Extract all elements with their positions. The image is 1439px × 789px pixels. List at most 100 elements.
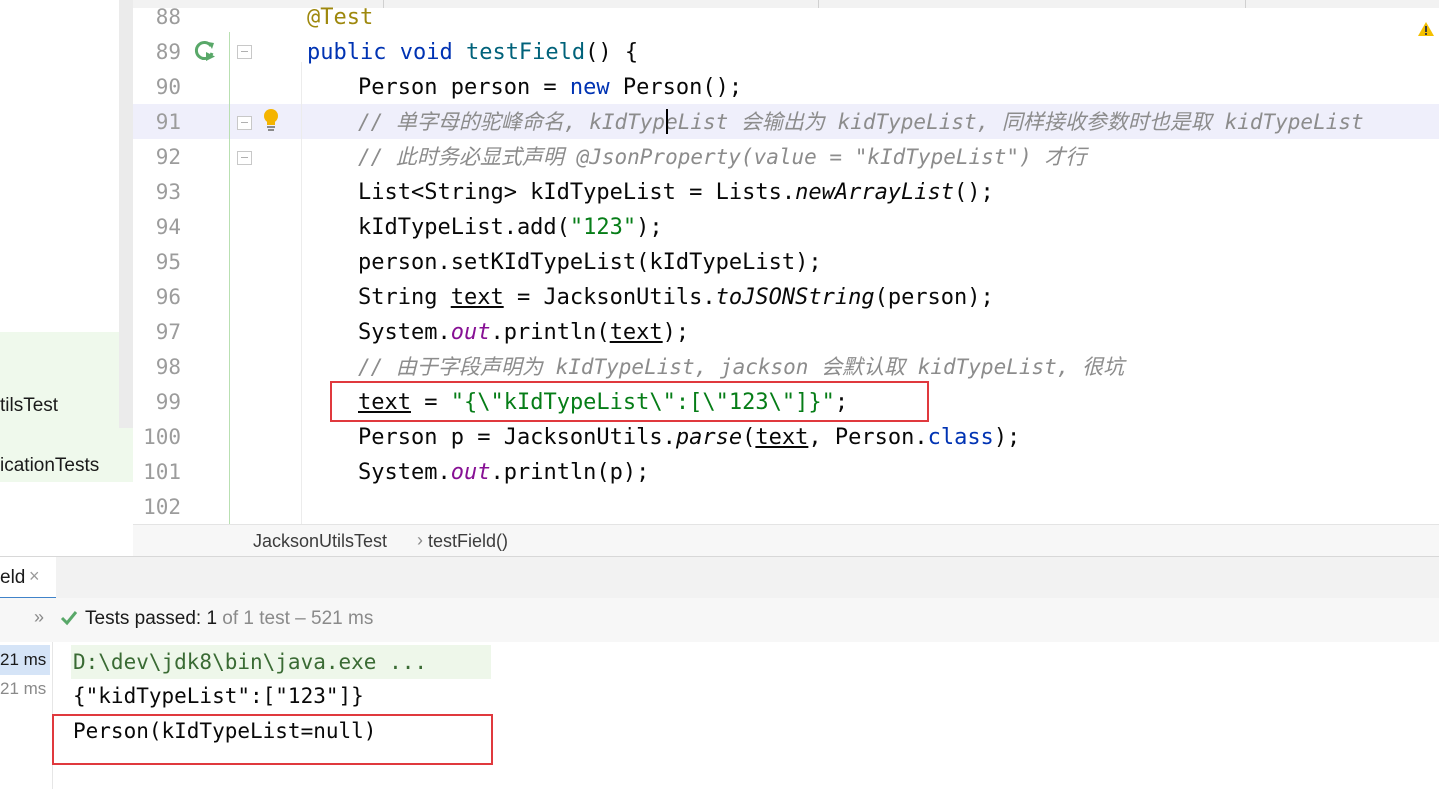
line-number: 94 bbox=[155, 215, 181, 239]
console-command-line[interactable]: D:\dev\jdk8\bin\java.exe ... bbox=[73, 645, 427, 679]
static-method-token: parse bbox=[675, 425, 743, 450]
code-token: ); bbox=[993, 425, 1021, 450]
line-number: 102 bbox=[143, 495, 181, 519]
static-method-token: toJSONString bbox=[715, 285, 875, 310]
keyword-token: void bbox=[399, 40, 466, 65]
static-method-token: newArrayList bbox=[795, 180, 955, 205]
code-token: System. bbox=[358, 320, 451, 345]
project-tree-panel: tilsTest icationTests bbox=[0, 0, 133, 556]
reassigned-variable-token: text bbox=[450, 285, 504, 310]
code-token: ); bbox=[636, 215, 663, 240]
code-token: Person(); bbox=[622, 75, 743, 100]
reassigned-variable-token: text bbox=[755, 425, 809, 450]
code-token: (); bbox=[954, 180, 994, 205]
code-line-101[interactable]: System.out.println(p); bbox=[358, 455, 649, 490]
code-token: .println( bbox=[490, 320, 610, 345]
code-line-97[interactable]: System.out.println(text); bbox=[358, 315, 689, 350]
code-line-88[interactable]: @Test bbox=[307, 0, 373, 35]
code-line-95[interactable]: person.setKIdTypeList(kIdTypeList); bbox=[358, 245, 822, 280]
static-field-token: out bbox=[450, 320, 491, 345]
code-token: ( bbox=[742, 425, 756, 450]
project-tree-selection-edge bbox=[119, 428, 133, 482]
run-test-icon[interactable] bbox=[194, 40, 216, 62]
code-token: kIdTypeList.add( bbox=[358, 215, 570, 240]
tree-item-jackson-utils-test[interactable]: tilsTest bbox=[0, 395, 58, 417]
fold-expand-icon[interactable] bbox=[237, 151, 252, 165]
code-token: () { bbox=[585, 40, 639, 65]
test-duration: 21 ms bbox=[0, 679, 47, 698]
code-token: System. bbox=[358, 460, 451, 485]
code-token: Person person = bbox=[358, 75, 570, 100]
line-number: 100 bbox=[143, 425, 181, 449]
chevron-more-icon[interactable]: » bbox=[34, 607, 44, 628]
code-token: (person); bbox=[874, 285, 994, 310]
code-line-90[interactable]: Person person = new Person(); bbox=[358, 70, 742, 105]
test-results-tree: 21 ms 21 ms bbox=[0, 642, 53, 789]
fold-collapse-icon[interactable] bbox=[237, 45, 252, 59]
code-line-92-comment[interactable]: // 此时务必显式声明 @JsonProperty(value = "kIdTy… bbox=[358, 140, 1086, 175]
string-token: "123" bbox=[569, 215, 637, 240]
keyword-token: new bbox=[569, 75, 623, 100]
code-line-94[interactable]: kIdTypeList.add("123"); bbox=[358, 210, 663, 245]
code-line-96[interactable]: String text = JacksonUtils.toJSONString(… bbox=[358, 280, 994, 315]
breadcrumb-class[interactable]: JacksonUtilsTest bbox=[253, 531, 387, 552]
test-status-bar: » Tests passed: 1 of 1 test – 521 ms bbox=[0, 598, 1439, 643]
line-number: 98 bbox=[155, 355, 181, 379]
code-token: Person p = JacksonUtils. bbox=[358, 425, 676, 450]
line-number: 99 bbox=[155, 390, 181, 414]
keyword-token: class bbox=[927, 425, 994, 450]
line-number: 88 bbox=[155, 5, 181, 29]
line-number: 95 bbox=[155, 250, 181, 274]
run-tab-label: eld bbox=[0, 567, 26, 588]
keyword-token: public bbox=[307, 40, 400, 65]
code-line-98-comment[interactable]: // 由于字段声明为 kIdTypeList, jackson 会默认取 kid… bbox=[358, 350, 1124, 385]
project-tree-scrollbar[interactable] bbox=[119, 0, 133, 428]
check-icon bbox=[60, 611, 78, 626]
run-tool-window-tabs: eld × bbox=[0, 556, 1439, 600]
code-line-89[interactable]: public void testField() { bbox=[307, 35, 638, 70]
warning-icon[interactable] bbox=[1417, 21, 1435, 37]
line-number: 93 bbox=[155, 180, 181, 204]
line-number: 96 bbox=[155, 285, 181, 309]
editor-tab[interactable] bbox=[818, 0, 1246, 8]
run-tab[interactable]: eld × bbox=[0, 557, 56, 600]
code-token: List<String> kIdTypeList = Lists. bbox=[358, 180, 796, 205]
code-token: = JacksonUtils. bbox=[503, 285, 716, 310]
console-output-line: {"kidTypeList":["123"]} bbox=[73, 684, 364, 708]
breadcrumb-separator: › bbox=[417, 530, 423, 550]
line-number: 91 bbox=[155, 110, 181, 134]
method-name-token: testField bbox=[465, 40, 586, 65]
line-number: 89 bbox=[155, 40, 181, 64]
code-token: ); bbox=[662, 320, 690, 345]
code-line-93[interactable]: List<String> kIdTypeList = Lists.newArra… bbox=[358, 175, 994, 210]
line-number: 97 bbox=[155, 320, 181, 344]
method-fold-range bbox=[229, 32, 230, 524]
editor-tab[interactable] bbox=[383, 0, 819, 8]
status-count: 1 bbox=[206, 608, 218, 629]
code-token: , Person. bbox=[808, 425, 928, 450]
code-line-91-comment[interactable]: // 单字母的驼峰命名, kIdTypeList 会输出为 kidTypeLis… bbox=[358, 105, 1364, 140]
test-duration: 21 ms bbox=[0, 650, 47, 669]
annotation-token: @Test bbox=[307, 5, 374, 30]
status-label: Tests passed: bbox=[85, 608, 207, 629]
reassigned-variable-token: text bbox=[609, 320, 663, 345]
status-summary: of 1 test – 521 ms bbox=[217, 608, 374, 629]
indent-guide bbox=[301, 62, 302, 524]
text-caret bbox=[666, 109, 668, 134]
highlight-box-line-99 bbox=[330, 381, 929, 422]
breadcrumb: JacksonUtilsTest › testField() bbox=[133, 524, 1439, 557]
lightbulb-intention-icon[interactable] bbox=[261, 108, 281, 132]
line-number: 92 bbox=[155, 145, 181, 169]
test-status-text: Tests passed: 1 of 1 test – 521 ms bbox=[85, 608, 373, 630]
editor-tab[interactable] bbox=[1245, 0, 1439, 8]
code-token: String bbox=[358, 285, 451, 310]
close-icon[interactable]: × bbox=[29, 566, 40, 587]
code-line-100[interactable]: Person p = JacksonUtils.parse(text, Pers… bbox=[358, 420, 1020, 455]
fold-collapse-icon[interactable] bbox=[237, 116, 252, 130]
line-number: 101 bbox=[143, 460, 181, 484]
highlight-box-console-result bbox=[52, 714, 493, 765]
breadcrumb-method[interactable]: testField() bbox=[428, 531, 508, 552]
tree-item-application-tests[interactable]: icationTests bbox=[0, 455, 99, 477]
code-token: .println(p); bbox=[490, 460, 650, 485]
static-field-token: out bbox=[450, 460, 491, 485]
